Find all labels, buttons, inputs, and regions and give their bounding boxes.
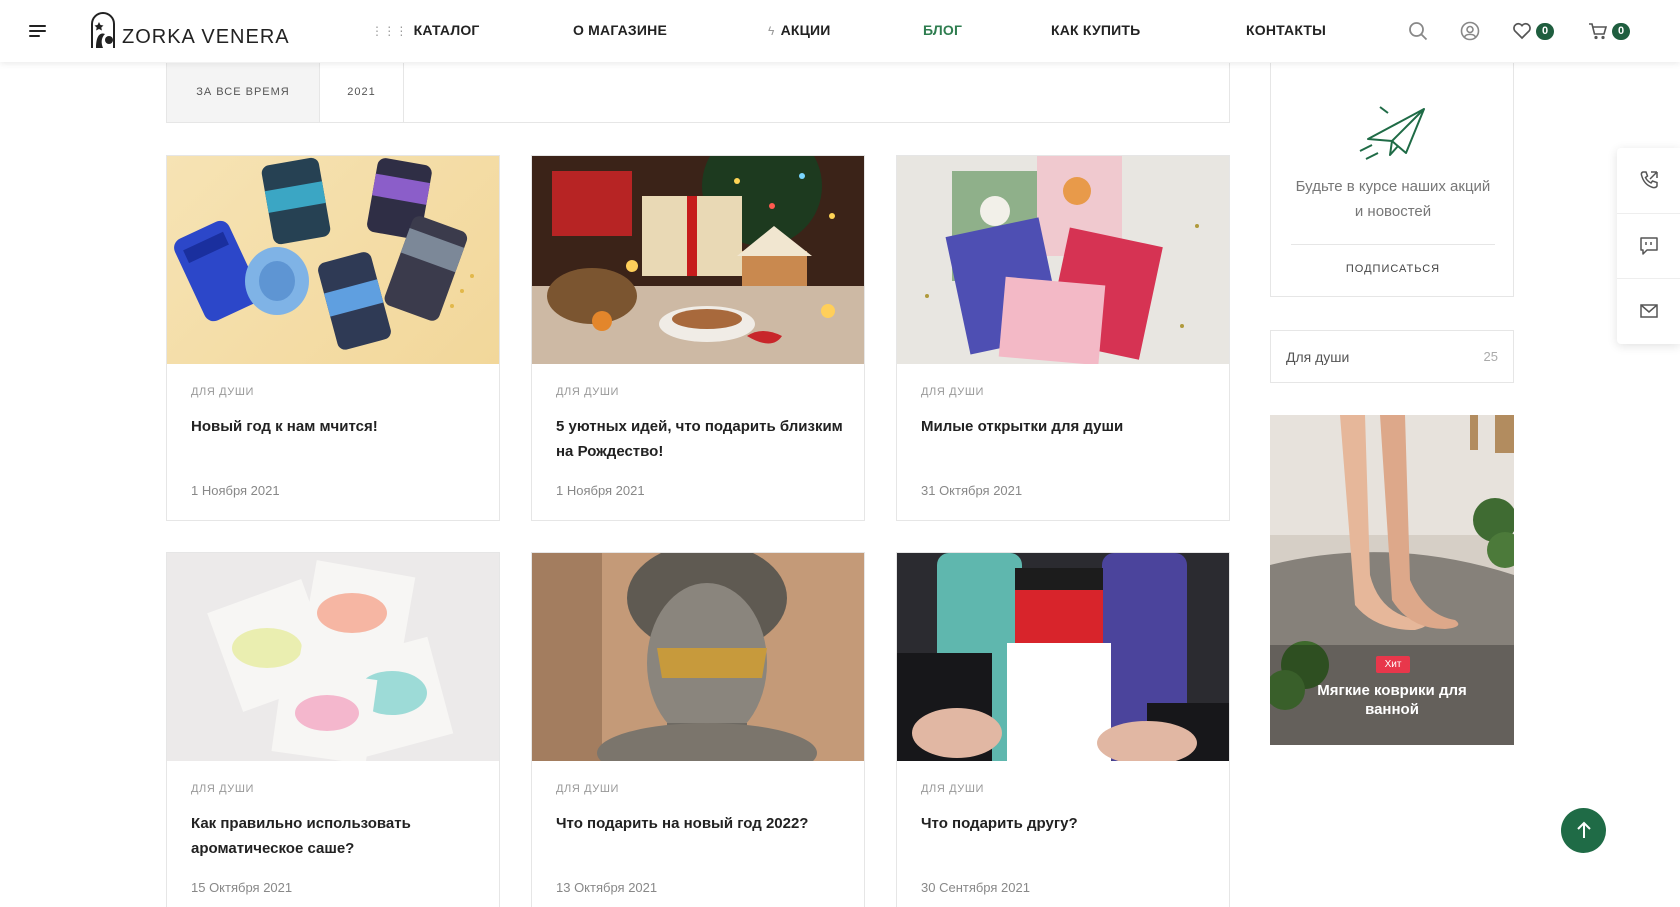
post-date: 31 Октября 2021 <box>921 483 1023 498</box>
post-title[interactable]: Новый год к нам мчится! <box>191 414 481 439</box>
blog-card[interactable]: ДЛЯ ДУШИ Милые открытки для души 31 Октя… <box>896 155 1230 521</box>
post-category: ДЛЯ ДУШИ <box>191 386 255 398</box>
email-button[interactable] <box>1617 278 1680 343</box>
category-tag-label: Для души <box>1286 349 1350 365</box>
heart-icon[interactable] <box>1512 21 1532 41</box>
post-category: ДЛЯ ДУШИ <box>191 783 255 795</box>
post-title[interactable]: 5 уютных идей, что подарить близким на Р… <box>556 414 846 464</box>
envelope-icon <box>1640 304 1658 318</box>
year-filter: ЗА ВСЕ ВРЕМЯ 2021 <box>166 63 1230 123</box>
user-icon[interactable] <box>1460 21 1480 41</box>
post-title[interactable]: Что подарить другу? <box>921 811 1211 836</box>
post-title[interactable]: Милые открытки для души <box>921 414 1211 439</box>
logo[interactable]: ZORKA VENERA <box>88 12 290 50</box>
chat-icon <box>1640 237 1658 255</box>
scroll-top-button[interactable] <box>1561 808 1606 853</box>
subscribe-widget: Будьте в курсе наших акций и новостей ПО… <box>1270 63 1514 297</box>
nav-how-to-buy[interactable]: КАК КУПИТЬ <box>1051 22 1140 38</box>
wishlist-count-badge: 0 <box>1536 23 1554 40</box>
post-image <box>897 553 1229 761</box>
nav-sales-label: АКЦИИ <box>780 22 831 38</box>
post-category: ДЛЯ ДУШИ <box>921 783 985 795</box>
cart-icon[interactable] <box>1588 21 1608 41</box>
post-date: 13 Октября 2021 <box>556 880 658 895</box>
menu-icon[interactable] <box>29 25 46 37</box>
blog-card[interactable]: ДЛЯ ДУШИ Как правильно использовать аром… <box>166 552 500 907</box>
nav-about[interactable]: О МАГАЗИНЕ <box>573 22 667 38</box>
divider <box>1291 244 1495 245</box>
lightning-icon: ϟ <box>768 24 775 38</box>
post-date: 30 Сентября 2021 <box>921 880 1030 895</box>
blog-card[interactable]: ДЛЯ ДУШИ Что подарить другу? 30 Сентября… <box>896 552 1230 907</box>
subscribe-text: Будьте в курсе наших акций и новостей <box>1295 178 1491 220</box>
logo-text: ZORKA VENERA <box>122 25 290 48</box>
post-image <box>167 553 499 761</box>
category-tag[interactable]: Для души 25 <box>1270 330 1514 383</box>
post-category: ДЛЯ ДУШИ <box>556 386 620 398</box>
nav-catalog-label: КАТАЛОГ <box>413 22 480 38</box>
blog-card[interactable]: ДЛЯ ДУШИ Новый год к нам мчится! 1 Ноябр… <box>166 155 500 521</box>
cart-count-badge: 0 <box>1612 23 1630 40</box>
blog-card[interactable]: ДЛЯ ДУШИ Что подарить на новый год 2022?… <box>531 552 865 907</box>
post-date: 1 Ноября 2021 <box>556 483 645 498</box>
filter-all-time[interactable]: ЗА ВСЕ ВРЕМЯ <box>167 63 320 122</box>
post-image <box>532 553 864 761</box>
blog-card[interactable]: ДЛЯ ДУШИ 5 уютных идей, что подарить бли… <box>531 155 865 521</box>
post-title[interactable]: Что подарить на новый год 2022? <box>556 811 846 836</box>
logo-icon <box>91 12 115 48</box>
callback-button[interactable] <box>1617 148 1680 213</box>
subscribe-button[interactable]: ПОДПИСАТЬСЯ <box>1291 263 1495 275</box>
post-date: 1 Ноября 2021 <box>191 483 280 498</box>
phone-icon <box>1640 171 1658 189</box>
post-image <box>167 156 499 364</box>
nav-blog[interactable]: БЛОГ <box>923 22 962 38</box>
grid-icon: ⋮⋮⋮ <box>371 24 408 38</box>
chat-button[interactable] <box>1617 213 1680 278</box>
post-date: 15 Октября 2021 <box>191 880 293 895</box>
post-title[interactable]: Как правильно использовать ароматическое… <box>191 811 481 861</box>
category-tag-count: 25 <box>1483 349 1498 364</box>
contact-panel <box>1617 148 1680 344</box>
post-image <box>532 156 864 364</box>
nav-contacts[interactable]: КОНТАКТЫ <box>1246 22 1326 38</box>
promo-title: Мягкие коврики для ванной <box>1317 682 1467 718</box>
nav-sales[interactable]: ϟ АКЦИИ <box>768 22 831 38</box>
paper-plane-icon <box>1359 106 1425 160</box>
post-category: ДЛЯ ДУШИ <box>556 783 620 795</box>
search-icon[interactable] <box>1408 21 1428 41</box>
promo-banner[interactable]: Хит Мягкие коврики для ванной <box>1270 415 1514 745</box>
nav-catalog[interactable]: ⋮⋮⋮ КАТАЛОГ <box>371 22 480 38</box>
arrow-up-icon <box>1577 821 1591 838</box>
post-image <box>897 156 1229 364</box>
filter-2021[interactable]: 2021 <box>320 63 404 122</box>
site-header: ZORKA VENERA ⋮⋮⋮ КАТАЛОГ О МАГАЗИНЕ ϟ АКЦИ… <box>0 0 1680 62</box>
post-category: ДЛЯ ДУШИ <box>921 386 985 398</box>
hit-badge: Хит <box>1376 656 1410 673</box>
